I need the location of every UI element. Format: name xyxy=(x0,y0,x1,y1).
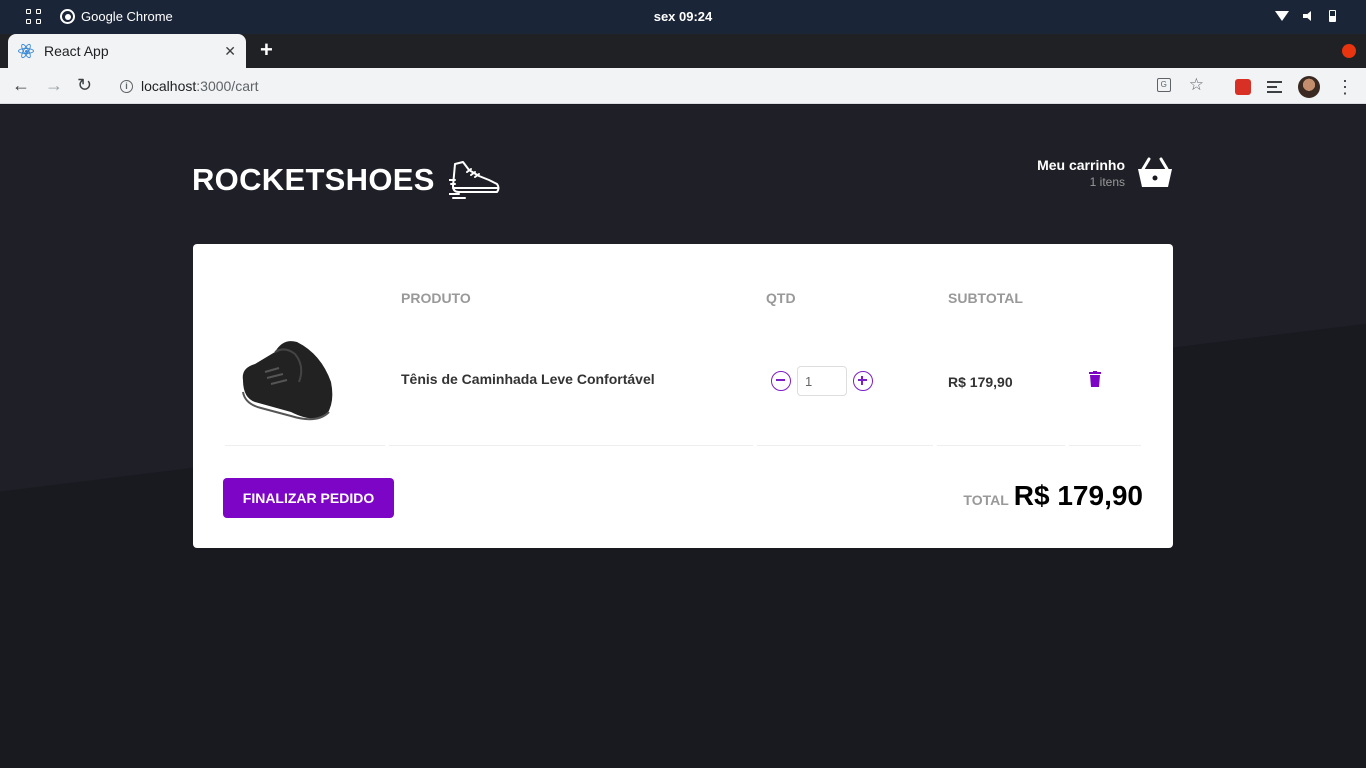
react-favicon-icon xyxy=(18,42,34,60)
trash-icon[interactable] xyxy=(1089,371,1101,387)
url-path: :3000/cart xyxy=(196,78,259,94)
row-divider xyxy=(937,445,1065,446)
cart-link[interactable]: Meu carrinho 1 itens xyxy=(1037,157,1173,189)
quantity-input[interactable] xyxy=(797,366,847,396)
media-control-icon[interactable] xyxy=(1267,81,1282,93)
checkout-button[interactable]: FINALIZAR PEDIDO xyxy=(223,478,394,518)
total-label: TOTAL xyxy=(963,492,1009,508)
row-divider xyxy=(389,445,753,446)
recording-indicator-icon[interactable] xyxy=(1342,44,1356,58)
product-subtotal: R$ 179,90 xyxy=(948,374,1013,390)
volume-icon xyxy=(1303,11,1315,21)
site-info-icon[interactable]: i xyxy=(120,79,133,93)
tab-react-app[interactable]: React App ✕ xyxy=(8,34,246,68)
browser-toolbar: ← → ↻ i localhost:3000/cart G ☆ ⋮ xyxy=(0,68,1366,104)
system-top-bar: Google Chrome sex 09:24 xyxy=(0,0,1366,34)
shopping-basket-icon xyxy=(1138,157,1172,187)
back-arrow-icon[interactable]: ← xyxy=(12,75,30,96)
clock[interactable]: sex 09:24 xyxy=(0,9,1366,24)
chrome-menu-icon[interactable]: ⋮ xyxy=(1336,78,1354,96)
tab-title: React App xyxy=(44,43,109,59)
reload-icon[interactable]: ↻ xyxy=(77,75,92,96)
tab-close-icon[interactable]: ✕ xyxy=(224,43,236,60)
row-divider xyxy=(1069,445,1141,446)
wifi-icon xyxy=(1275,11,1289,21)
row-divider xyxy=(757,445,933,446)
increment-icon[interactable] xyxy=(853,371,873,391)
new-tab-button[interactable]: + xyxy=(260,39,273,61)
address-bar[interactable]: i localhost:3000/cart G ☆ xyxy=(108,73,1214,99)
row-divider xyxy=(225,445,385,446)
bookmark-star-icon[interactable]: ☆ xyxy=(1189,76,1204,93)
logo-link[interactable]: ROCKETSHOES xyxy=(192,160,501,200)
total-value: R$ 179,90 xyxy=(1013,480,1143,511)
logo-text: ROCKETSHOES xyxy=(192,162,435,197)
quantity-stepper xyxy=(771,366,873,396)
running-shoe-icon xyxy=(448,161,500,199)
cart-container: PRODUTO QTD SUBTOTAL Tênis de Caminhada … xyxy=(193,244,1173,548)
tab-strip: React App ✕ + xyxy=(0,34,1366,68)
battery-icon xyxy=(1329,10,1336,22)
url-text[interactable]: localhost:3000/cart xyxy=(141,78,259,94)
product-title: Tênis de Caminhada Leve Confortável xyxy=(401,371,655,387)
order-total: TOTAL R$ 179,90 xyxy=(963,480,1143,512)
profile-avatar[interactable] xyxy=(1298,76,1320,98)
decrement-icon[interactable] xyxy=(771,371,791,391)
cart-count: 1 itens xyxy=(1089,175,1125,189)
url-host: localhost xyxy=(141,78,197,94)
column-header-subtotal: SUBTOTAL xyxy=(948,290,1023,306)
page-content: ROCKETSHOES Meu carrinho 1 itens PRODUTO… xyxy=(0,105,1366,768)
column-header-product: PRODUTO xyxy=(401,290,471,306)
forward-arrow-icon[interactable]: → xyxy=(45,75,63,96)
column-header-quantity: QTD xyxy=(766,290,796,306)
cart-title: Meu carrinho xyxy=(1037,157,1125,173)
extension-icon[interactable] xyxy=(1235,79,1251,95)
product-image xyxy=(242,341,333,421)
system-tray[interactable] xyxy=(1275,10,1336,22)
translate-icon[interactable]: G xyxy=(1156,78,1171,92)
